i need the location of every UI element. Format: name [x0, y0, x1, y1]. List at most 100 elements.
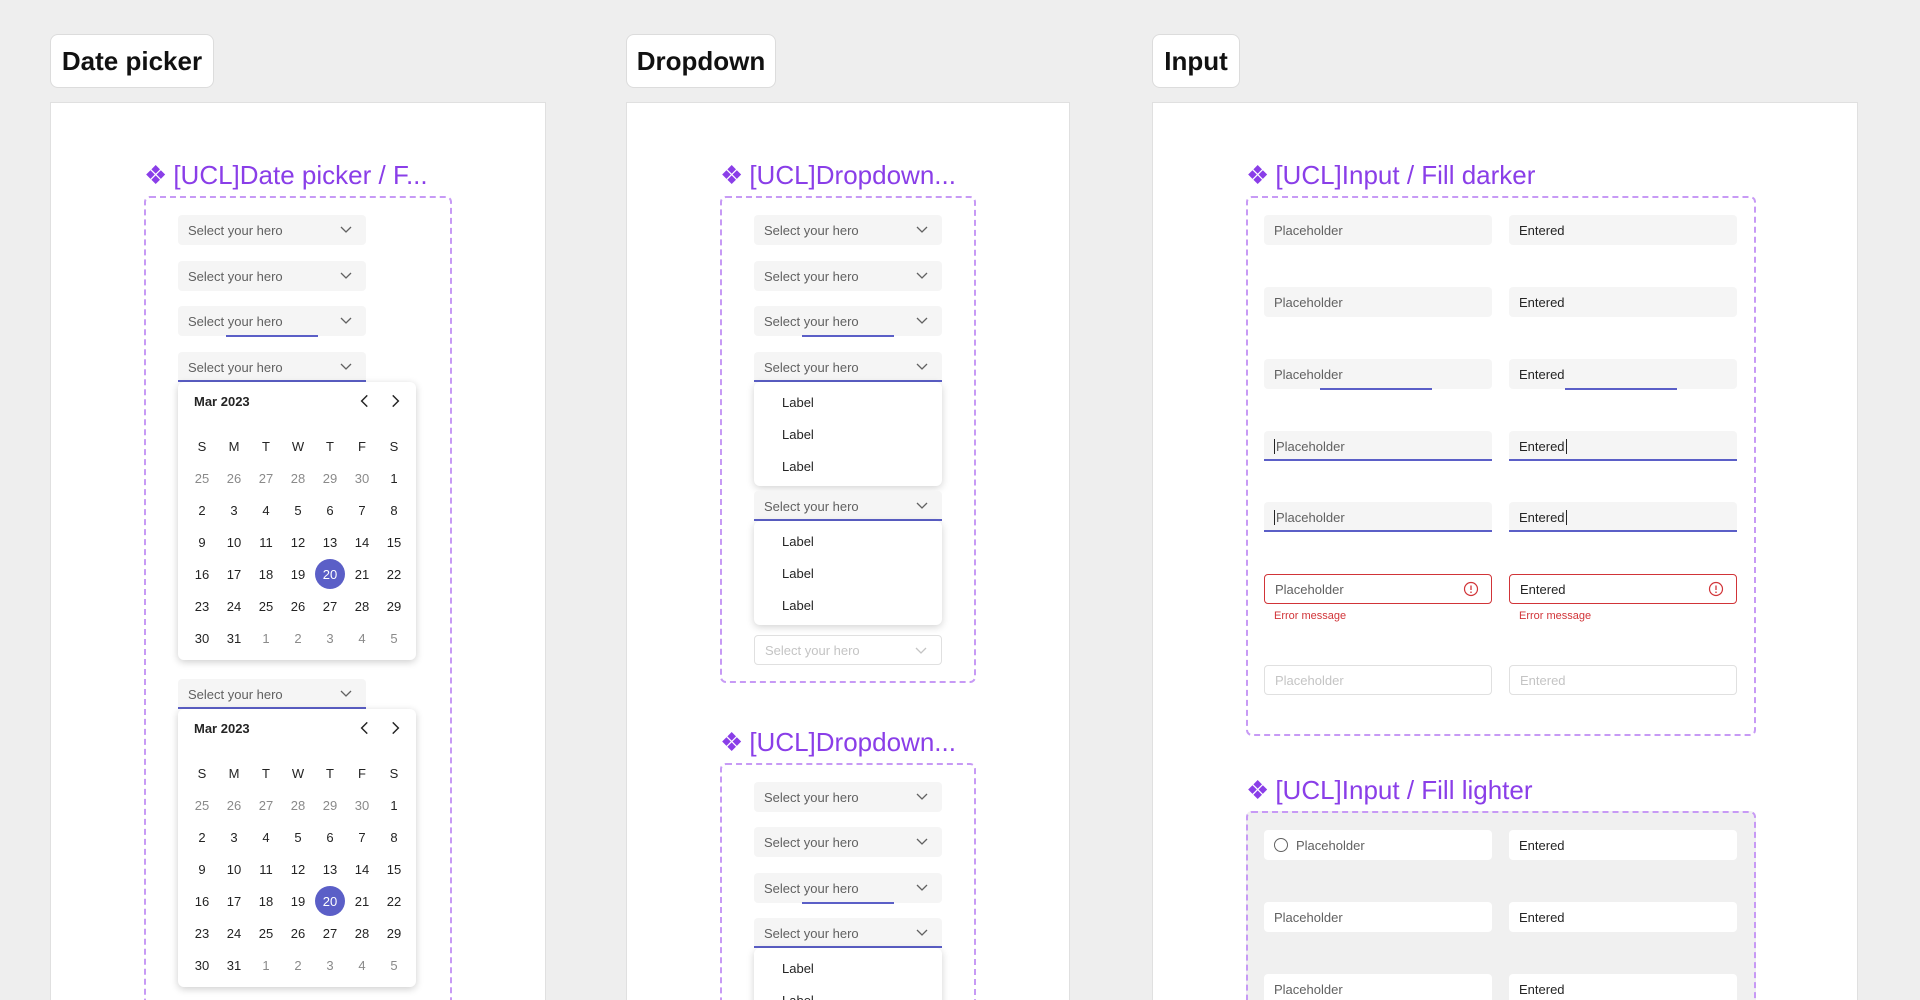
- calendar-day[interactable]: 30: [186, 949, 218, 981]
- input-field[interactable]: Placeholder: [1264, 830, 1492, 860]
- calendar-day[interactable]: 17: [218, 558, 250, 590]
- input-field[interactable]: Entered: [1509, 830, 1737, 860]
- menu-option[interactable]: Label: [754, 450, 942, 482]
- calendar-day[interactable]: 13: [314, 526, 346, 558]
- calendar-day[interactable]: 28: [346, 590, 378, 622]
- calendar-day[interactable]: 10: [218, 526, 250, 558]
- calendar-day[interactable]: 25: [186, 462, 218, 494]
- input-field-active[interactable]: Placeholder: [1264, 502, 1492, 532]
- calendar-day[interactable]: 6: [314, 821, 346, 853]
- calendar-day[interactable]: 17: [218, 885, 250, 917]
- calendar-day[interactable]: 3: [314, 949, 346, 981]
- date-picker-field-open[interactable]: Select your hero: [178, 679, 366, 709]
- input-field-active[interactable]: Entered: [1509, 431, 1737, 461]
- input-field-focus[interactable]: Placeholder: [1264, 359, 1492, 390]
- dropdown-field[interactable]: Select your hero: [754, 782, 942, 812]
- chevron-left-icon[interactable]: [356, 719, 374, 737]
- calendar-day[interactable]: 26: [282, 917, 314, 949]
- calendar-day[interactable]: 29: [314, 789, 346, 821]
- input-field-error[interactable]: Entered: [1509, 574, 1737, 604]
- calendar-day[interactable]: 1: [250, 949, 282, 981]
- calendar-day[interactable]: 9: [186, 853, 218, 885]
- calendar-day[interactable]: 11: [250, 853, 282, 885]
- calendar-day[interactable]: 27: [250, 462, 282, 494]
- calendar-day[interactable]: 14: [346, 526, 378, 558]
- calendar-day[interactable]: 13: [314, 853, 346, 885]
- calendar-day[interactable]: 4: [250, 821, 282, 853]
- calendar-day[interactable]: 23: [186, 917, 218, 949]
- calendar-day[interactable]: 21: [346, 885, 378, 917]
- calendar-day[interactable]: 26: [218, 462, 250, 494]
- calendar-day[interactable]: 16: [186, 885, 218, 917]
- dropdown-field[interactable]: Select your hero: [754, 827, 942, 857]
- calendar-day[interactable]: 23: [186, 590, 218, 622]
- calendar-day[interactable]: 25: [250, 590, 282, 622]
- calendar-day[interactable]: 20: [315, 886, 345, 916]
- calendar-day[interactable]: 4: [250, 494, 282, 526]
- calendar-day[interactable]: 9: [186, 526, 218, 558]
- calendar-day[interactable]: 30: [346, 789, 378, 821]
- calendar-day[interactable]: 3: [218, 494, 250, 526]
- calendar-day[interactable]: 1: [250, 622, 282, 654]
- input-field[interactable]: Entered: [1509, 215, 1737, 245]
- calendar-day[interactable]: 2: [186, 494, 218, 526]
- calendar-day[interactable]: 2: [282, 949, 314, 981]
- calendar-day[interactable]: 5: [378, 622, 410, 654]
- chevron-right-icon[interactable]: [386, 719, 404, 737]
- input-field[interactable]: Placeholder: [1264, 287, 1492, 317]
- input-field[interactable]: Entered: [1509, 287, 1737, 317]
- menu-option[interactable]: Label: [754, 386, 942, 418]
- calendar-day[interactable]: 3: [314, 622, 346, 654]
- calendar-day[interactable]: 22: [378, 558, 410, 590]
- calendar-day[interactable]: 2: [282, 622, 314, 654]
- calendar-day[interactable]: 29: [378, 590, 410, 622]
- calendar-day[interactable]: 4: [346, 949, 378, 981]
- date-picker-field[interactable]: Select your hero: [178, 261, 366, 291]
- calendar-day[interactable]: 1: [378, 789, 410, 821]
- calendar-day[interactable]: 8: [378, 821, 410, 853]
- calendar-day[interactable]: 5: [378, 949, 410, 981]
- calendar-day[interactable]: 18: [250, 885, 282, 917]
- menu-option[interactable]: Label: [754, 984, 942, 1000]
- calendar-day[interactable]: 15: [378, 526, 410, 558]
- input-field[interactable]: Placeholder: [1264, 215, 1492, 245]
- calendar-day[interactable]: 19: [282, 885, 314, 917]
- calendar-day[interactable]: 22: [378, 885, 410, 917]
- date-picker-field-open[interactable]: Select your hero: [178, 352, 366, 382]
- calendar-day[interactable]: 4: [346, 622, 378, 654]
- calendar-day[interactable]: 3: [218, 821, 250, 853]
- calendar-day[interactable]: 10: [218, 853, 250, 885]
- menu-option[interactable]: Label: [754, 952, 942, 984]
- calendar-day[interactable]: 12: [282, 853, 314, 885]
- calendar-day[interactable]: 6: [314, 494, 346, 526]
- input-field[interactable]: Placeholder: [1264, 974, 1492, 1000]
- chevron-left-icon[interactable]: [356, 392, 374, 410]
- calendar-day[interactable]: 20: [315, 559, 345, 589]
- dropdown-field-open[interactable]: Select your hero: [754, 352, 942, 382]
- calendar-day[interactable]: 30: [186, 622, 218, 654]
- input-field-active[interactable]: Placeholder: [1264, 431, 1492, 461]
- calendar-day[interactable]: 30: [346, 462, 378, 494]
- calendar-day[interactable]: 5: [282, 494, 314, 526]
- dropdown-field[interactable]: Select your hero: [754, 261, 942, 291]
- chevron-right-icon[interactable]: [386, 392, 404, 410]
- calendar-day[interactable]: 26: [282, 590, 314, 622]
- input-field-focus[interactable]: Entered: [1509, 359, 1737, 390]
- calendar-day[interactable]: 31: [218, 949, 250, 981]
- calendar-day[interactable]: 7: [346, 494, 378, 526]
- input-field[interactable]: Placeholder: [1264, 902, 1492, 932]
- menu-option[interactable]: Label: [754, 589, 942, 621]
- date-picker-field-focus[interactable]: Select your hero: [178, 306, 366, 337]
- calendar-day[interactable]: 2: [186, 821, 218, 853]
- calendar-day[interactable]: 11: [250, 526, 282, 558]
- menu-option[interactable]: Label: [754, 418, 942, 450]
- calendar-day[interactable]: 26: [218, 789, 250, 821]
- menu-option[interactable]: Label: [754, 525, 942, 557]
- menu-option[interactable]: Label: [754, 557, 942, 589]
- dropdown-field[interactable]: Select your hero: [754, 215, 942, 245]
- calendar-day[interactable]: 16: [186, 558, 218, 590]
- dropdown-field-open[interactable]: Select your hero: [754, 491, 942, 521]
- input-field[interactable]: Entered: [1509, 974, 1737, 1000]
- calendar-day[interactable]: 27: [314, 590, 346, 622]
- calendar-day[interactable]: 29: [378, 917, 410, 949]
